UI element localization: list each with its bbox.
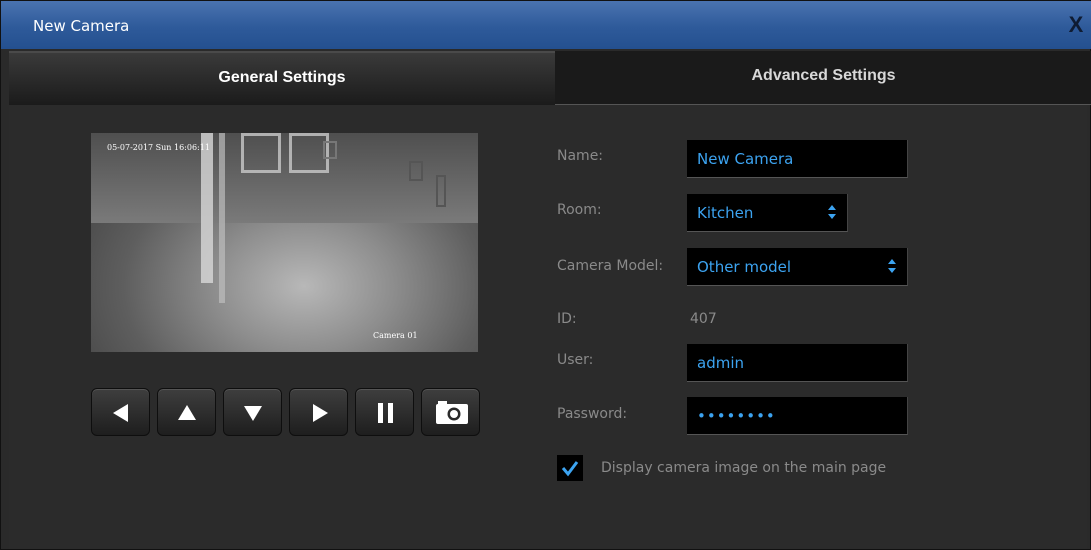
camera-model-select[interactable]: Other model bbox=[687, 248, 908, 286]
pan-right-button[interactable] bbox=[289, 388, 348, 436]
room-label: Room: bbox=[557, 202, 602, 218]
preview-camera-label: Camera 01 bbox=[373, 331, 418, 340]
user-input[interactable] bbox=[697, 354, 907, 372]
preview-wall-frame bbox=[409, 161, 423, 181]
tab-general-settings[interactable]: General Settings bbox=[9, 51, 555, 105]
preview-wall-frame bbox=[436, 175, 446, 207]
left-arrow-icon bbox=[113, 404, 128, 422]
camera-icon bbox=[436, 401, 468, 424]
room-select-value: Kitchen bbox=[697, 204, 754, 222]
preview-window-pane bbox=[241, 133, 281, 173]
new-camera-dialog: New Camera X General Settings Advanced S… bbox=[0, 0, 1091, 550]
down-arrow-icon bbox=[244, 406, 262, 421]
user-field[interactable] bbox=[687, 344, 908, 382]
up-arrow-icon bbox=[178, 405, 196, 420]
camera-preview-image: 05-07-2017 Sun 16:06:11 Camera 01 bbox=[91, 133, 478, 352]
window-title: New Camera bbox=[33, 17, 130, 35]
password-label: Password: bbox=[557, 406, 628, 422]
preview-door-frame bbox=[219, 133, 225, 303]
pan-left-button[interactable] bbox=[91, 388, 150, 436]
preview-door-frame bbox=[201, 133, 213, 283]
user-label: User: bbox=[557, 352, 594, 368]
preview-timestamp: 05-07-2017 Sun 16:06:11 bbox=[107, 143, 210, 152]
display-on-main-page-checkbox[interactable] bbox=[557, 455, 583, 481]
camera-model-select-value: Other model bbox=[697, 258, 792, 276]
select-arrows-icon bbox=[828, 205, 836, 219]
right-arrow-icon bbox=[313, 404, 328, 422]
password-input[interactable]: •••••••• bbox=[697, 407, 776, 425]
title-bar: New Camera X bbox=[1, 1, 1091, 49]
preview-wall-frame bbox=[323, 141, 337, 159]
ptz-controls bbox=[91, 388, 481, 436]
name-input[interactable] bbox=[697, 150, 907, 168]
camera-model-label: Camera Model: bbox=[557, 258, 664, 274]
tilt-up-button[interactable] bbox=[157, 388, 216, 436]
tilt-down-button[interactable] bbox=[223, 388, 282, 436]
checkmark-icon bbox=[561, 461, 579, 477]
pause-button[interactable] bbox=[355, 388, 414, 436]
room-select[interactable]: Kitchen bbox=[687, 194, 848, 232]
name-field[interactable] bbox=[687, 140, 908, 178]
general-settings-panel: 05-07-2017 Sun 16:06:11 Camera 01 Name: … bbox=[9, 105, 1087, 549]
snapshot-button[interactable] bbox=[421, 388, 480, 436]
tab-advanced-settings[interactable]: Advanced Settings bbox=[555, 51, 1091, 105]
name-label: Name: bbox=[557, 148, 604, 164]
id-label: ID: bbox=[557, 311, 577, 327]
tab-bar: General Settings Advanced Settings bbox=[9, 51, 1091, 105]
id-value: 407 bbox=[690, 311, 717, 327]
pause-icon bbox=[378, 403, 393, 423]
select-arrows-icon bbox=[888, 259, 896, 273]
close-button[interactable]: X bbox=[1064, 11, 1088, 39]
password-field[interactable]: •••••••• bbox=[687, 397, 908, 435]
display-on-main-page-label: Display camera image on the main page bbox=[601, 460, 887, 476]
